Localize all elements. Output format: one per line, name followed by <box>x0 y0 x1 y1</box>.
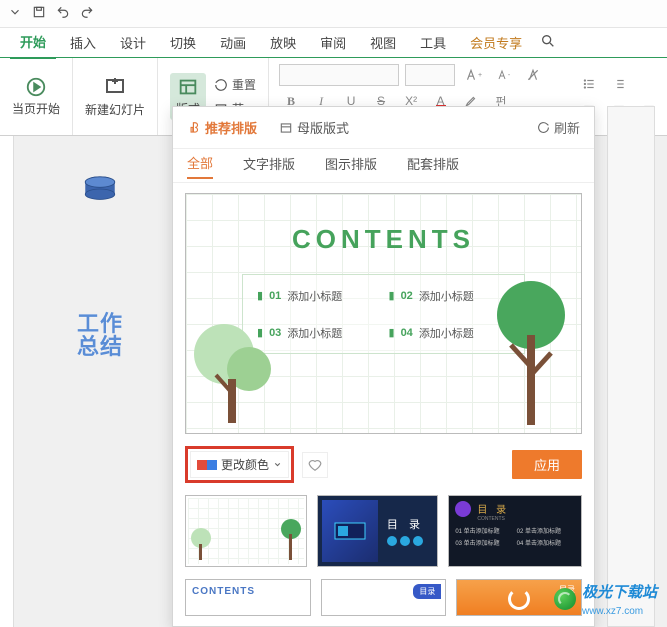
ribbon-tab-animation[interactable]: 动画 <box>210 27 256 58</box>
ribbon-tab-slideshow[interactable]: 放映 <box>260 27 306 58</box>
panel-tab-row: 推荐排版 母版版式 刷新 <box>173 107 594 149</box>
thumb3-item: 01 单击添加标题 <box>455 526 513 535</box>
work-label-line2: 总结 <box>77 334 123 359</box>
bullets-icon[interactable] <box>577 73 601 95</box>
redo-icon[interactable] <box>80 5 94 22</box>
cat-graphic[interactable]: 图示排版 <box>325 154 377 178</box>
panel-tab-master-label: 母版版式 <box>297 118 349 137</box>
undo-icon[interactable] <box>56 5 70 22</box>
entry-1: ▮01添加小标题 <box>257 285 379 306</box>
layout-thumb-1[interactable] <box>185 495 307 567</box>
slide-edge <box>0 136 14 627</box>
work-summary-label[interactable]: 工作 总结 <box>77 312 123 358</box>
menu-icon[interactable] <box>8 5 22 22</box>
thumb3-item: 04 单击添加标题 <box>517 538 575 547</box>
color-swatch-icon <box>207 460 217 470</box>
watermark-text: 极光下载站 <box>582 584 657 601</box>
ribbon-group-slides: 新建幻灯片 <box>73 58 158 135</box>
layout-thumb-row: 目 录 目 录 CONTENTS <box>185 495 582 567</box>
panel-tab-recommend[interactable]: 推荐排版 <box>187 118 257 137</box>
cylinder-shape[interactable] <box>80 176 120 202</box>
ribbon-tab-design[interactable]: 设计 <box>110 27 156 58</box>
layout-panel: 推荐排版 母版版式 刷新 全部 文字排版 图示排版 配套排版 CONTENTS … <box>172 106 595 627</box>
contents-box: ▮01添加小标题 ▮02添加小标题 ▮03添加小标题 ▮04添加小标题 <box>242 274 525 354</box>
thumb3-item: 03 单击添加标题 <box>455 538 513 547</box>
layout-thumb-2[interactable]: 目 录 <box>317 495 439 567</box>
refresh-button[interactable]: 刷新 <box>537 118 580 137</box>
work-label-line1: 工作 <box>77 311 123 336</box>
panel-body: CONTENTS ▮01添加小标题 ▮02添加小标题 ▮03添加小标题 ▮04添… <box>173 183 594 626</box>
refresh-label: 刷新 <box>554 118 580 137</box>
ribbon-tab-strip: 开始 插入 设计 切换 动画 放映 审阅 视图 工具 会员专享 <box>0 28 667 58</box>
apply-button[interactable]: 应用 <box>512 450 582 479</box>
ribbon-tab-review[interactable]: 审阅 <box>310 27 356 58</box>
from-current-label: 当页开始 <box>12 100 60 117</box>
from-current-button[interactable]: 当页开始 <box>12 76 60 117</box>
watermark-url: www.xz7.com <box>582 606 643 617</box>
save-icon[interactable] <box>32 5 46 22</box>
ribbon-tab-transition[interactable]: 切换 <box>160 27 206 58</box>
change-color-label: 更改颜色 <box>221 456 269 473</box>
numbering-icon[interactable] <box>607 73 631 95</box>
reset-button[interactable]: 重置 <box>214 74 256 96</box>
layout-preview-main[interactable]: CONTENTS ▮01添加小标题 ▮02添加小标题 ▮03添加小标题 ▮04添… <box>185 193 582 434</box>
search-icon[interactable] <box>540 33 556 52</box>
thumb3-sub: CONTENTS <box>477 516 509 522</box>
ribbon-tab-tools[interactable]: 工具 <box>410 27 456 58</box>
ribbon-group-slideshow: 当页开始 <box>0 58 73 135</box>
layout-thumb-row-2: CONTENTS 目录 目录 <box>185 579 582 616</box>
tree-left-icon <box>192 309 276 429</box>
new-slide-label: 新建幻灯片 <box>85 101 145 118</box>
thumb3-item: 02 单击添加标题 <box>517 526 575 535</box>
increase-font-icon[interactable]: + <box>461 64 485 86</box>
clear-format-icon[interactable] <box>521 64 545 86</box>
favorite-button[interactable] <box>302 452 328 478</box>
color-swatch-icon <box>197 460 207 470</box>
ribbon-tab-home[interactable]: 开始 <box>10 26 56 59</box>
new-slide-button[interactable]: 新建幻灯片 <box>85 75 145 118</box>
ribbon-tab-vip[interactable]: 会员专享 <box>460 27 532 58</box>
layout-thumb-4[interactable]: CONTENTS <box>185 579 311 616</box>
font-size-select[interactable] <box>405 64 455 86</box>
thumb3-title: 目 录 <box>477 501 509 516</box>
decrease-font-icon[interactable]: - <box>491 64 515 86</box>
slide-object-zone: 工作 总结 <box>14 136 186 627</box>
quick-access-toolbar <box>0 0 667 28</box>
reset-label: 重置 <box>232 76 256 93</box>
panel-category-row: 全部 文字排版 图示排版 配套排版 <box>173 149 594 183</box>
right-sidebar <box>607 106 655 627</box>
panel-tab-recommend-label: 推荐排版 <box>205 118 257 137</box>
panel-tab-master[interactable]: 母版版式 <box>279 118 349 137</box>
cat-all[interactable]: 全部 <box>187 153 213 179</box>
font-family-select[interactable] <box>279 64 399 86</box>
ribbon-tab-view[interactable]: 视图 <box>360 27 406 58</box>
watermark: 极光下载站 www.xz7.com <box>554 581 657 617</box>
tree-right-icon <box>491 275 571 429</box>
cat-text[interactable]: 文字排版 <box>243 154 295 178</box>
contents-title: CONTENTS <box>186 224 581 255</box>
layout-thumb-3[interactable]: 目 录 CONTENTS 01 单击添加标题 02 单击添加标题 03 单击添加… <box>448 495 582 567</box>
cat-matching[interactable]: 配套排版 <box>407 154 459 178</box>
watermark-icon <box>554 588 576 610</box>
thumb2-title: 目 录 <box>387 516 424 532</box>
ribbon-tab-insert[interactable]: 插入 <box>60 27 106 58</box>
layout-thumb-5[interactable]: 目录 <box>321 579 447 616</box>
action-row: 更改颜色 应用 <box>185 446 582 483</box>
change-color-button[interactable]: 更改颜色 <box>190 451 289 478</box>
highlight-change-color: 更改颜色 <box>185 446 294 483</box>
